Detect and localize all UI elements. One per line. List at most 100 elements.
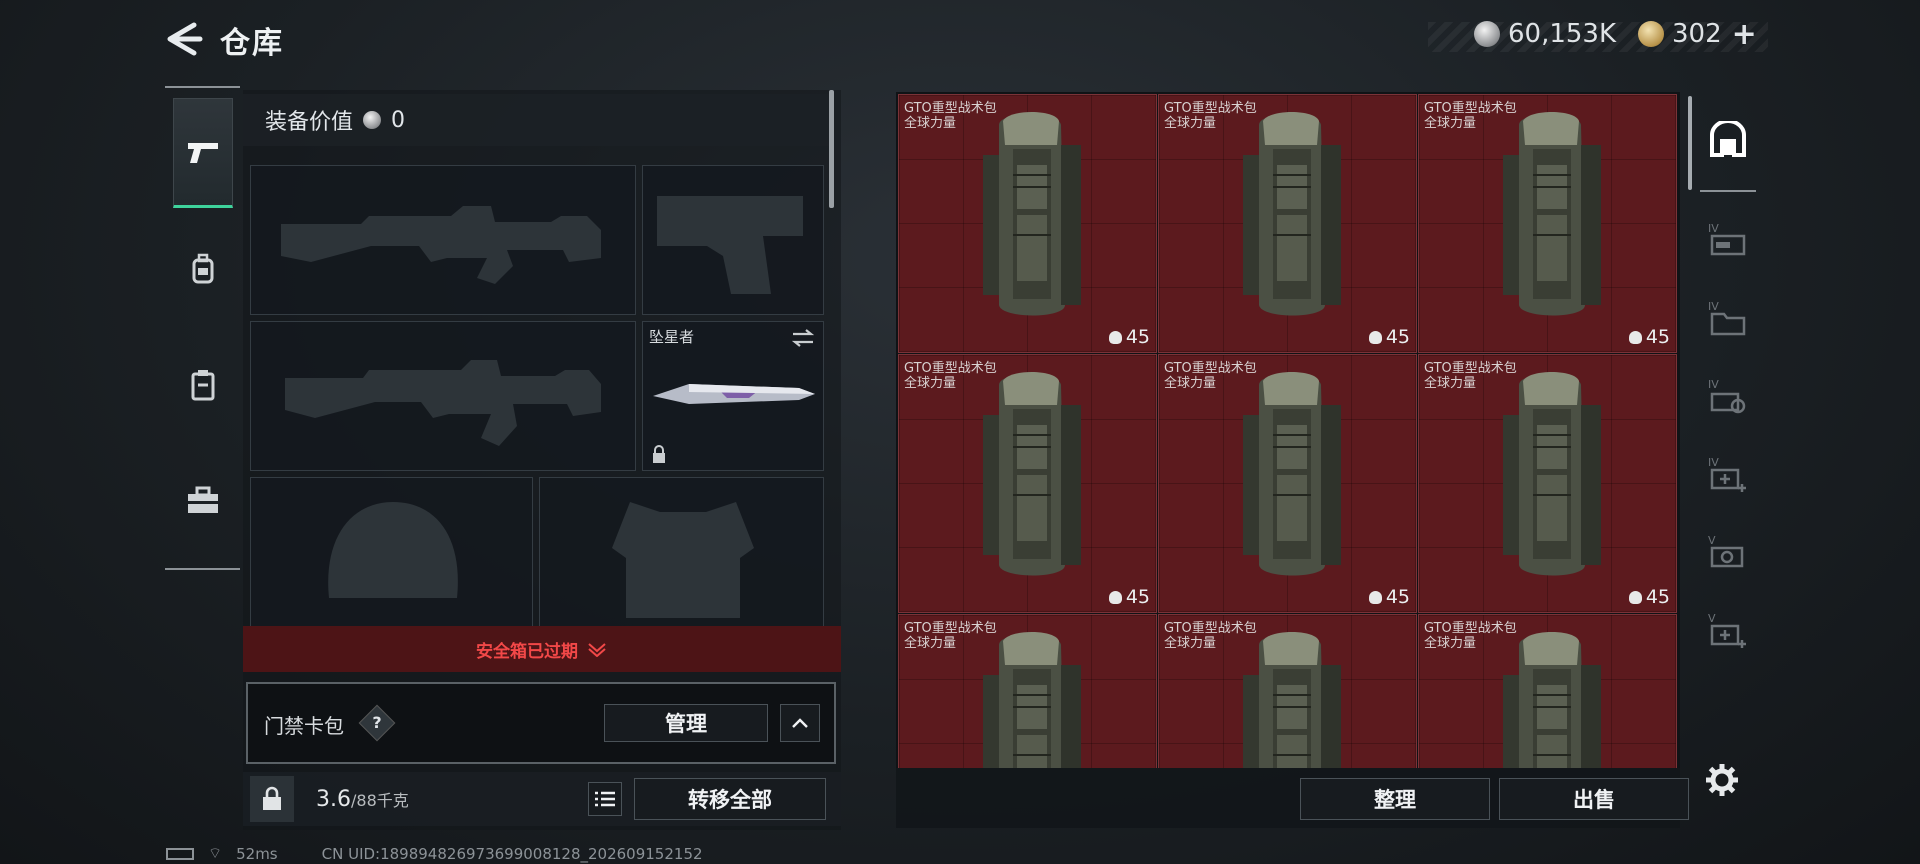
melee-slot[interactable]: 坠星者: [642, 321, 824, 471]
storage-tab-column: IV IV IV IV V V: [1700, 94, 1756, 734]
back-arrow-icon[interactable]: [164, 22, 204, 56]
equipment-value-bar: 装备价值 0: [243, 94, 833, 146]
backpack-icon: [1503, 372, 1601, 576]
gold-currency[interactable]: 302 +: [1638, 16, 1757, 52]
stash-item-cell[interactable]: GTO重型战术包 全球力量: [1418, 614, 1677, 768]
sell-button[interactable]: 出售: [1499, 778, 1689, 820]
silver-coin-icon: [1474, 21, 1500, 47]
body-armor-slot[interactable]: [539, 477, 824, 627]
item-name: GTO重型战术包 全球力量: [1424, 621, 1517, 651]
secondary-weapon-slot[interactable]: [250, 321, 636, 471]
stash-item-cell[interactable]: GTO重型战术包 全球力量 45: [1418, 94, 1677, 353]
stash-item-cell[interactable]: GTO重型战术包 全球力量 45: [898, 94, 1157, 353]
add-box-icon: IV: [1708, 456, 1746, 492]
helmet-slot[interactable]: [250, 477, 533, 627]
chevron-up-icon: [792, 718, 808, 728]
carry-weight: 3.6/88千克: [316, 787, 409, 812]
tab-stash-iv-2[interactable]: IV: [1700, 290, 1756, 346]
briefcase-icon: [188, 486, 218, 513]
backpack-icon: [1243, 372, 1341, 576]
stash-item-cell[interactable]: GTO重型战术包 全球力量 45: [1158, 354, 1417, 613]
lock-icon: [653, 445, 665, 463]
stash-item-cell[interactable]: GTO重型战术包 全球力量 45: [898, 354, 1157, 613]
camera-box-icon: V: [1708, 534, 1744, 568]
item-name: GTO重型战术包 全球力量: [904, 621, 997, 651]
page-title: 仓库: [220, 26, 284, 61]
rifle-silhouette-icon: [285, 360, 601, 446]
wifi-icon: ⌔: [208, 844, 223, 862]
tab-stash-v-2[interactable]: V: [1700, 602, 1756, 658]
svg-text:V: V: [1708, 534, 1716, 547]
item-name: GTO重型战术包 全球力量: [1164, 101, 1257, 131]
silver-coin-icon: [363, 111, 382, 129]
item-count: 45: [1368, 586, 1410, 608]
tab-backpack[interactable]: [173, 214, 233, 324]
item-count: 45: [1108, 326, 1150, 348]
pistol-silhouette-icon: [657, 196, 803, 294]
stash-item-cell[interactable]: GTO重型战术包 全球力量: [1158, 614, 1417, 768]
stash-item-cell[interactable]: GTO重型战术包 全球力量: [898, 614, 1157, 768]
stash-item-cell[interactable]: GTO重型战术包 全球力量 45: [1418, 354, 1677, 613]
divider: [1700, 190, 1756, 192]
item-count: 45: [1628, 326, 1670, 348]
keycard-wallet-label: 门禁卡包: [264, 714, 344, 738]
sidearm-slot[interactable]: [642, 165, 824, 315]
tab-stash-iv-3[interactable]: IV: [1700, 368, 1756, 424]
category-tab-column: [165, 86, 240, 570]
backpack-icon: [983, 372, 1081, 576]
svg-text:IV: IV: [1708, 222, 1719, 235]
gold-coin-icon: [1638, 21, 1664, 47]
tab-stash-main[interactable]: [1700, 104, 1756, 174]
ammo-icon: [1628, 590, 1642, 604]
backpack-icon: [983, 112, 1081, 316]
item-name: GTO重型战术包 全球力量: [904, 361, 997, 391]
melee-name: 坠星者: [649, 328, 695, 346]
ammo-icon: [1628, 330, 1642, 344]
item-name: GTO重型战术包 全球力量: [1424, 361, 1517, 391]
uid-text: CN UID:18989482697369900812​8_2026091521…: [321, 844, 703, 863]
item-count: 45: [1368, 326, 1410, 348]
knife-icon: [653, 384, 815, 404]
list-view-button[interactable]: [588, 782, 622, 816]
sort-button[interactable]: 整理: [1300, 778, 1490, 820]
gold-amount: 302: [1672, 19, 1722, 49]
gear-box-icon: IV: [1708, 378, 1746, 414]
list-icon: [595, 791, 615, 807]
storage-arch-icon: [1710, 121, 1746, 157]
tab-vest[interactable]: [173, 330, 233, 440]
crate-icon: IV: [1708, 222, 1746, 256]
stash-item-cell[interactable]: GTO重型战术包 全球力量 45: [1158, 94, 1417, 353]
swap-icon[interactable]: [791, 328, 815, 348]
expand-button[interactable]: [780, 704, 820, 742]
clipboard-icon: [191, 370, 215, 401]
equipment-value: 0: [391, 107, 406, 133]
safe-box-status: 安全箱已过期: [476, 641, 578, 662]
tab-stash-v-1[interactable]: V: [1700, 524, 1756, 580]
safe-box-expired-bar[interactable]: 安全箱已过期: [243, 626, 841, 672]
item-count: 45: [1628, 586, 1670, 608]
tab-stash-iv-4[interactable]: IV: [1700, 446, 1756, 502]
loadout-scrollbar[interactable]: [829, 90, 834, 208]
stash-scrollbar[interactable]: [1688, 96, 1692, 190]
svg-text:IV: IV: [1708, 456, 1719, 469]
settings-gear-icon[interactable]: [1704, 762, 1740, 802]
backpack-icon: [192, 253, 214, 284]
stash-grid: GTO重型战术包 全球力量 45 GTO重型战术包 全球力量 45 GTO重型战术包 全球力量…: [896, 92, 1680, 768]
primary-weapon-slot[interactable]: [250, 165, 636, 315]
ping-value: 52ms: [236, 844, 278, 863]
weight-current: 3.6: [316, 787, 351, 812]
tab-weapons[interactable]: [173, 98, 233, 208]
silver-currency: 60,153K: [1474, 16, 1616, 52]
tab-stash-iv-1[interactable]: IV: [1700, 212, 1756, 268]
item-count: 45: [1108, 586, 1150, 608]
add-box-icon: V: [1708, 612, 1746, 648]
manage-button[interactable]: 管理: [604, 704, 768, 742]
backpack-icon: [1503, 112, 1601, 316]
tab-case[interactable]: [173, 446, 233, 556]
chevron-down-icon: [588, 643, 606, 657]
add-gold-button[interactable]: +: [1732, 17, 1757, 52]
transfer-all-button[interactable]: 转移全部: [634, 778, 826, 820]
lock-weight-button[interactable]: [250, 776, 294, 822]
equipment-value-label: 装备价值: [265, 110, 354, 135]
silver-amount: 60,153K: [1508, 19, 1617, 49]
